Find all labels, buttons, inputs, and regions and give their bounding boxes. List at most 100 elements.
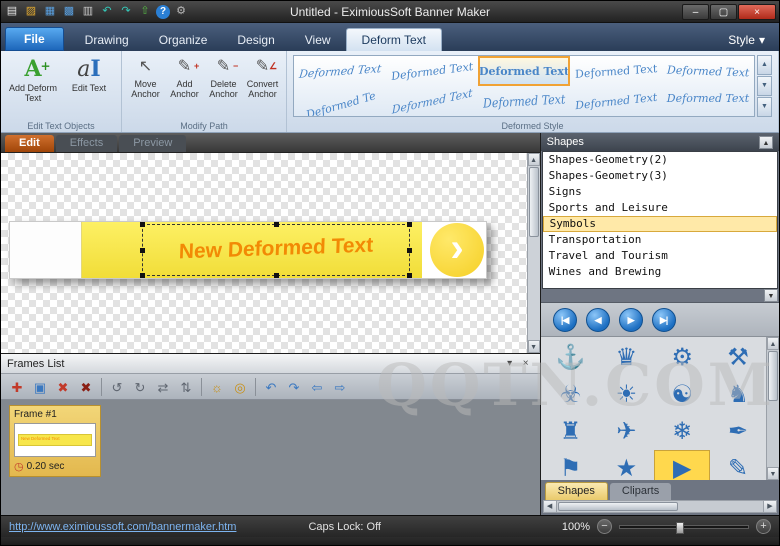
tab-deform-text[interactable]: Deform Text (346, 28, 442, 51)
flip-vertical-button[interactable]: ⇅ (176, 377, 196, 397)
flip-horizontal-button[interactable]: ⇄ (153, 377, 173, 397)
deformed-style-item[interactable]: Deformed Text (386, 86, 478, 116)
category-item[interactable]: Shapes-Geometry(2) (543, 152, 777, 168)
move-frame-left-button[interactable]: ⇦ (307, 377, 327, 397)
options-icon[interactable]: ⚙ (173, 4, 189, 19)
deformed-text-object[interactable]: New Deformed Text (143, 232, 410, 265)
style-dropdown[interactable]: Style ▾ (718, 29, 775, 51)
category-item[interactable]: Signs (543, 184, 777, 200)
selection-anchor[interactable] (407, 273, 412, 278)
scroll-right-icon[interactable]: ▶ (763, 501, 776, 512)
tab-organize[interactable]: Organize (144, 29, 223, 51)
category-item[interactable]: Shapes-Geometry(3) (543, 168, 777, 184)
shape-pencil-icon[interactable]: ✎ (710, 450, 766, 480)
shape-rook-icon[interactable]: ♜ (543, 413, 599, 450)
frame-transition-button[interactable]: ◎ (230, 377, 250, 397)
banner-object[interactable]: New Deformed Text › (9, 221, 487, 279)
zoom-slider[interactable] (619, 525, 749, 529)
shapes-horizontal-scrollbar[interactable]: ◀ ▶ (543, 500, 777, 513)
design-canvas[interactable]: New Deformed Text › ▲ ▼ (1, 153, 540, 353)
duplicate-frame-button[interactable]: ▣ (30, 377, 50, 397)
undo-frame-button[interactable]: ↶ (261, 377, 281, 397)
move-anchor-button[interactable]: ↖ Move Anchor (126, 54, 165, 116)
redo-icon[interactable]: ↷ (118, 4, 134, 19)
new-document-icon[interactable]: ▤ (4, 4, 20, 19)
deformed-style-item-selected[interactable]: Deformed Text (478, 56, 570, 86)
maximize-button[interactable]: ▢ (710, 4, 737, 20)
tab-view[interactable]: View (290, 29, 346, 51)
undo-icon[interactable]: ↶ (99, 4, 115, 19)
last-page-button[interactable]: ▶| (652, 308, 676, 332)
zoom-slider-thumb[interactable] (676, 522, 684, 534)
category-item-selected[interactable]: Symbols (543, 216, 777, 232)
panel-close-icon[interactable]: × (518, 358, 534, 369)
deformed-style-item[interactable]: Deformed Text (662, 86, 754, 116)
open-file-icon[interactable]: ▨ (23, 4, 39, 19)
minimize-button[interactable]: – (682, 4, 709, 20)
delete-all-frames-button[interactable]: ✖ (76, 377, 96, 397)
edit-text-button[interactable]: aI Edit Text (61, 54, 117, 116)
tab-file[interactable]: File (5, 27, 64, 51)
deformed-style-item[interactable]: Deformed Te (294, 86, 386, 116)
category-scroll-up-icon[interactable]: ▲ (759, 136, 773, 149)
tab-shapes[interactable]: Shapes (545, 482, 608, 500)
deformed-style-item[interactable]: Deformed Text (386, 56, 478, 86)
add-frame-button[interactable]: ✚ (7, 377, 27, 397)
redo-frame-button[interactable]: ↷ (284, 377, 304, 397)
previous-page-button[interactable]: ◀ (586, 308, 610, 332)
shape-star-icon[interactable]: ★ (598, 450, 654, 480)
selection-anchor[interactable] (274, 273, 279, 278)
deformed-style-item[interactable]: Deformed Text (294, 56, 386, 86)
tab-drawing[interactable]: Drawing (70, 29, 144, 51)
text-selection-box[interactable]: New Deformed Text (142, 224, 410, 276)
scroll-up-icon[interactable]: ▲ (767, 337, 779, 350)
website-link[interactable]: http://www.eximioussoft.com/bannermaker.… (9, 521, 236, 533)
tab-cliparts[interactable]: Cliparts (610, 483, 671, 500)
move-frame-right-button[interactable]: ⇨ (330, 377, 350, 397)
shape-plane-icon[interactable]: ✈ (598, 413, 654, 450)
deformed-style-item[interactable]: Deformed Text (478, 86, 570, 116)
shape-crown-icon[interactable]: ♛ (598, 339, 654, 376)
scroll-down-icon[interactable]: ▼ (528, 340, 540, 353)
scrollbar-thumb[interactable] (768, 351, 778, 401)
scroll-down-icon[interactable]: ▼ (767, 467, 779, 480)
deformed-style-item[interactable]: Deformed Text (570, 56, 662, 86)
tab-design[interactable]: Design (222, 29, 289, 51)
selection-anchor[interactable] (140, 273, 145, 278)
frame-item-selected[interactable]: Frame #1 New Deformed Text ◷ 0.20 sec (9, 405, 101, 477)
canvas-vertical-scrollbar[interactable]: ▲ ▼ (527, 153, 540, 353)
gallery-scroll-down-icon[interactable]: ▼ (757, 76, 772, 96)
rotate-left-button[interactable]: ↺ (107, 377, 127, 397)
shape-yinyang-icon[interactable]: ☯ (654, 376, 710, 413)
deformed-style-item[interactable]: Deformed Text (662, 56, 754, 86)
scroll-up-icon[interactable]: ▲ (528, 153, 540, 166)
shape-tools-icon[interactable]: ⚒ (710, 339, 766, 376)
shape-knight-icon[interactable]: ♞ (710, 376, 766, 413)
category-item[interactable]: Sports and Leisure (543, 200, 777, 216)
publish-icon[interactable]: ⇧ (137, 4, 153, 19)
scrollbar-thumb[interactable] (558, 502, 678, 511)
tab-edit[interactable]: Edit (5, 135, 54, 152)
category-scroll-down-icon[interactable]: ▼ (764, 289, 778, 302)
close-button[interactable]: × (738, 4, 776, 20)
deformed-style-item[interactable]: Deformed Text (570, 86, 662, 116)
zoom-in-button[interactable]: + (756, 519, 771, 534)
tab-effects[interactable]: Effects (56, 135, 117, 152)
delete-anchor-button[interactable]: ✎− Delete Anchor (204, 54, 243, 116)
shape-flag-icon[interactable]: ⚑ (543, 450, 599, 480)
shape-sun-icon[interactable]: ☀ (598, 376, 654, 413)
shape-gear-icon[interactable]: ⚙ (654, 339, 710, 376)
shape-biohazard-icon[interactable]: ☣ (543, 376, 599, 413)
gallery-scroll-up-icon[interactable]: ▲ (757, 55, 772, 75)
category-item[interactable]: Travel and Tourism (543, 248, 777, 264)
add-anchor-button[interactable]: ✎+ Add Anchor (165, 54, 204, 116)
convert-anchor-button[interactable]: ✎∠ Convert Anchor (243, 54, 282, 116)
print-icon[interactable]: ▥ (80, 4, 96, 19)
next-page-button[interactable]: ▶ (619, 308, 643, 332)
rotate-right-button[interactable]: ↻ (130, 377, 150, 397)
selection-anchor[interactable] (274, 222, 279, 227)
gallery-more-icon[interactable]: ▼ (757, 97, 772, 117)
selection-anchor[interactable] (140, 222, 145, 227)
frame-thumbnail[interactable]: New Deformed Text (14, 423, 96, 457)
tab-preview[interactable]: Preview (119, 135, 186, 152)
